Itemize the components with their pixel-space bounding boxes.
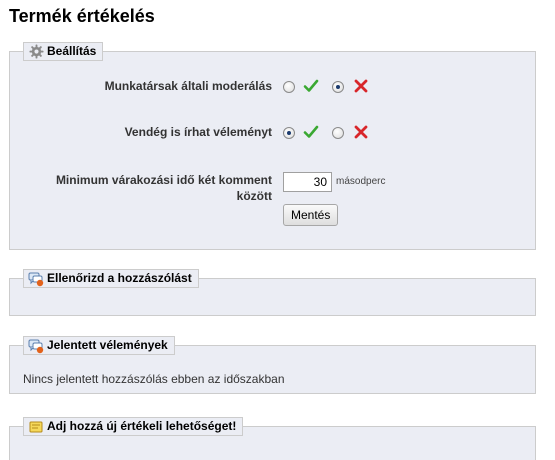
comment-warning-icon <box>28 338 44 354</box>
checkmark-icon[interactable] <box>303 124 319 140</box>
min-wait-label-line2: között <box>236 189 272 203</box>
add-criterion-legend-label: Adj hozzá új értékeli lehetőséget! <box>47 419 237 433</box>
note-icon <box>28 419 44 435</box>
check-comments-legend: Ellenőrizd a hozzászólást <box>23 269 199 288</box>
moderation-no-radio[interactable] <box>332 81 344 93</box>
check-comments-panel: Ellenőrizd a hozzászólást <box>9 269 536 316</box>
guest-yes-radio[interactable] <box>283 127 295 139</box>
comment-warning-icon <box>28 271 44 287</box>
settings-legend: Beállítás <box>23 42 104 61</box>
add-criterion-legend: Adj hozzá új értékeli lehetőséget! <box>23 417 244 436</box>
min-wait-input[interactable] <box>283 172 332 192</box>
reported-legend-label: Jelentett vélemények <box>47 338 168 352</box>
settings-legend-label: Beállítás <box>47 44 97 58</box>
min-wait-unit: másodperc <box>336 176 386 187</box>
gear-icon <box>28 44 44 60</box>
cross-icon[interactable] <box>353 78 369 94</box>
min-wait-label: Minimum várakozási idő két komment közöt… <box>56 172 272 204</box>
min-wait-label-line1: Minimum várakozási idő két komment <box>55 173 272 187</box>
reported-empty-text: Nincs jelentett hozzászólás ebben az idő… <box>23 372 285 386</box>
check-comments-legend-label: Ellenőrizd a hozzászólást <box>47 271 192 285</box>
moderation-yes-radio[interactable] <box>283 81 295 93</box>
save-button[interactable]: Mentés <box>283 204 339 226</box>
checkmark-icon[interactable] <box>303 78 319 94</box>
guest-no-radio[interactable] <box>332 127 344 139</box>
add-criterion-panel: Adj hozzá új értékeli lehetőséget! <box>9 417 536 460</box>
reported-legend: Jelentett vélemények <box>23 336 175 355</box>
guest-review-label: Vendég is írhat véleményt <box>124 125 272 139</box>
page-title: Termék értékelés <box>9 6 155 26</box>
moderation-label: Munkatársak általi moderálás <box>104 79 272 93</box>
cross-icon[interactable] <box>353 124 369 140</box>
reported-panel: Jelentett vélemények Nincs jelentett hoz… <box>9 336 536 394</box>
settings-panel: Beállítás Munkatársak általi moderálás V… <box>9 42 536 250</box>
